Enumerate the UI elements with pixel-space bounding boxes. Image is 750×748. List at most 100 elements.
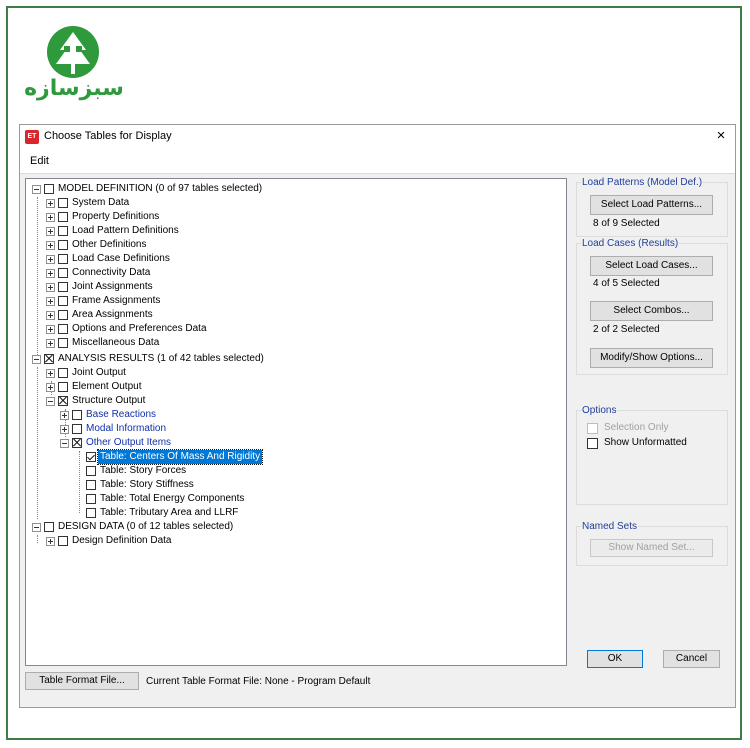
expand-icon[interactable] [46, 269, 55, 278]
node-label: Table: Total Energy Components [100, 493, 245, 504]
checkbox[interactable] [58, 198, 68, 208]
options-title: Options [581, 405, 618, 416]
select-combos-button[interactable]: Select Combos... [590, 301, 713, 321]
selection-only-checkbox[interactable] [587, 423, 598, 434]
choose-tables-dialog: ET Choose Tables for Display × Edit MODE… [19, 124, 736, 708]
checkbox-partial[interactable] [72, 438, 82, 448]
node-label: MODEL DEFINITION (0 of 97 tables selecte… [58, 183, 263, 194]
node-label: Other Output Items [86, 437, 172, 448]
node-label: Table: Story Stiffness [100, 479, 194, 490]
node-label: Frame Assignments [72, 295, 161, 306]
checkbox[interactable] [58, 212, 68, 222]
node-label: Joint Assignments [72, 281, 153, 292]
node-label: Options and Preferences Data [72, 323, 207, 334]
checkbox[interactable] [72, 424, 82, 434]
node-label-selected: Table: Centers Of Mass And Rigidity [96, 449, 264, 465]
expand-icon[interactable] [46, 241, 55, 250]
node-label: Table: Tributary Area and LLRF [100, 507, 239, 518]
expand-icon[interactable] [46, 537, 55, 546]
named-sets-title: Named Sets [581, 521, 639, 532]
checkbox[interactable] [58, 536, 68, 546]
expand-icon[interactable] [60, 411, 69, 420]
checkbox[interactable] [58, 310, 68, 320]
expand-icon[interactable] [46, 213, 55, 222]
checkbox-checked[interactable] [86, 452, 96, 462]
node-label: Other Definitions [72, 239, 147, 250]
load-patterns-title: Load Patterns (Model Def.) [581, 177, 704, 188]
checkbox[interactable] [86, 480, 96, 490]
checkbox[interactable] [58, 254, 68, 264]
checkbox[interactable] [72, 410, 82, 420]
show-unformatted-checkbox[interactable] [587, 438, 598, 449]
checkbox[interactable] [44, 522, 54, 532]
combos-status: 2 of 2 Selected [593, 324, 660, 335]
collapse-icon[interactable] [60, 439, 69, 448]
checkbox[interactable] [58, 268, 68, 278]
collapse-icon[interactable] [32, 523, 41, 532]
expand-icon[interactable] [46, 255, 55, 264]
collapse-icon[interactable] [32, 185, 41, 194]
checkbox[interactable] [58, 368, 68, 378]
node-label: Connectivity Data [72, 267, 151, 278]
ok-button[interactable]: OK [587, 650, 643, 668]
load-cases-title: Load Cases (Results) [581, 238, 680, 249]
checkbox[interactable] [86, 466, 96, 476]
node-label: Area Assignments [72, 309, 153, 320]
checkbox[interactable] [86, 508, 96, 518]
node-label: Element Output [72, 381, 142, 392]
node-label: Joint Output [72, 367, 126, 378]
expand-icon[interactable] [46, 283, 55, 292]
expand-icon[interactable] [60, 425, 69, 434]
show-unformatted-label: Show Unformatted [604, 437, 687, 448]
checkbox-partial[interactable] [58, 396, 68, 406]
checkbox[interactable] [58, 324, 68, 334]
cancel-button[interactable]: Cancel [663, 650, 720, 668]
checkbox[interactable] [44, 184, 54, 194]
node-label: Modal Information [86, 423, 167, 434]
tree-connector [79, 451, 80, 513]
select-load-cases-button[interactable]: Select Load Cases... [590, 256, 713, 276]
node-label: DESIGN DATA (0 of 12 tables selected) [58, 521, 234, 532]
menu-edit[interactable]: Edit [30, 155, 49, 167]
checkbox[interactable] [58, 226, 68, 236]
show-named-set-button[interactable]: Show Named Set... [590, 539, 713, 557]
logo-text: سبزسازه [24, 76, 124, 101]
tree-connector [37, 197, 38, 357]
table-format-file-button[interactable]: Table Format File... [25, 672, 139, 690]
expand-icon[interactable] [46, 297, 55, 306]
node-label: Design Definition Data [72, 535, 172, 546]
checkbox[interactable] [86, 494, 96, 504]
modify-show-options-button[interactable]: Modify/Show Options... [590, 348, 713, 368]
expand-icon[interactable] [46, 199, 55, 208]
select-load-patterns-button[interactable]: Select Load Patterns... [590, 195, 713, 215]
checkbox[interactable] [58, 338, 68, 348]
expand-icon[interactable] [46, 369, 55, 378]
node-label: Table: Story Forces [100, 465, 187, 476]
collapse-icon[interactable] [32, 355, 41, 364]
checkbox-partial[interactable] [44, 354, 54, 364]
dialog-title: Choose Tables for Display [44, 130, 172, 142]
checkbox[interactable] [58, 382, 68, 392]
expand-icon[interactable] [46, 227, 55, 236]
etabs-app-icon: ET [25, 130, 39, 144]
menu-bar: Edit [20, 149, 735, 174]
node-label: Structure Output [72, 395, 146, 406]
table-tree[interactable]: MODEL DEFINITION (0 of 97 tables selecte… [25, 178, 567, 666]
expand-icon[interactable] [46, 339, 55, 348]
node-label: Miscellaneous Data [72, 337, 160, 348]
expand-icon[interactable] [46, 325, 55, 334]
expand-icon[interactable] [46, 311, 55, 320]
close-icon[interactable]: × [713, 127, 729, 145]
node-label: Load Pattern Definitions [72, 225, 179, 236]
node-label: Base Reactions [86, 409, 157, 420]
checkbox[interactable] [58, 296, 68, 306]
checkbox[interactable] [58, 240, 68, 250]
title-bar: ET Choose Tables for Display × [20, 125, 735, 149]
node-label: ANALYSIS RESULTS (1 of 42 tables selecte… [58, 353, 264, 364]
tree-connector [37, 367, 38, 519]
expand-icon[interactable] [46, 383, 55, 392]
node-label: System Data [72, 197, 130, 208]
collapse-icon[interactable] [46, 397, 55, 406]
checkbox[interactable] [58, 282, 68, 292]
selection-only-label: Selection Only [604, 422, 669, 433]
